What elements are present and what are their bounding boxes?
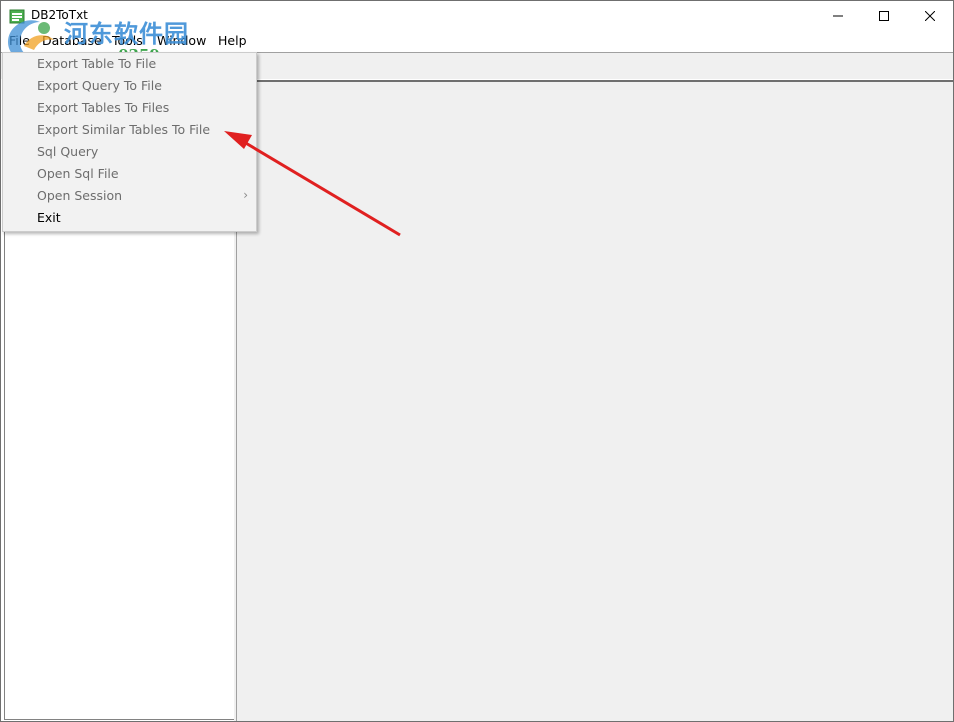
menu-item-export-tables-to-files[interactable]: Export Tables To Files: [3, 97, 256, 119]
menu-item-label: Exit: [37, 210, 61, 225]
menu-help[interactable]: Help: [218, 33, 247, 48]
menu-item-label: Sql Query: [37, 144, 99, 159]
menu-item-label: Export Similar Tables To File: [37, 122, 211, 137]
menu-tools[interactable]: Tools: [112, 33, 143, 48]
menu-bar: File Database Tools Window Help: [1, 31, 953, 51]
title-bar[interactable]: DB2ToTxt: [1, 1, 953, 31]
maximize-button[interactable]: [861, 1, 907, 31]
menu-item-label: Export Query To File: [37, 78, 162, 93]
close-button[interactable]: [907, 1, 953, 31]
file-menu-dropdown: Export Table To File Export Query To Fil…: [2, 52, 257, 232]
minimize-icon: [833, 15, 843, 17]
chevron-right-icon: ›: [243, 188, 248, 202]
menu-window[interactable]: Window: [157, 33, 206, 48]
menu-item-export-similar-tables-to-file[interactable]: Export Similar Tables To File: [3, 119, 256, 141]
app-icon: [9, 9, 25, 24]
menu-database[interactable]: Database: [42, 33, 102, 48]
maximize-icon: [879, 11, 889, 21]
menu-item-sql-query[interactable]: Sql Query: [3, 141, 256, 163]
menu-item-label: Export Tables To Files: [37, 100, 170, 115]
close-icon: [925, 11, 935, 21]
menu-item-label: Open Sql File: [37, 166, 119, 181]
menu-item-open-session[interactable]: Open Session ›: [3, 185, 256, 207]
minimize-button[interactable]: [815, 1, 861, 31]
menu-item-export-table-to-file[interactable]: Export Table To File: [3, 53, 256, 75]
workspace-area: [236, 80, 953, 721]
menu-item-open-sql-file[interactable]: Open Sql File: [3, 163, 256, 185]
window-title: DB2ToTxt: [31, 8, 88, 22]
menu-file[interactable]: File: [9, 33, 30, 48]
menu-item-export-query-to-file[interactable]: Export Query To File: [3, 75, 256, 97]
menu-item-label: Export Table To File: [37, 56, 157, 71]
menu-item-label: Open Session: [37, 188, 123, 203]
menu-item-exit[interactable]: Exit: [3, 207, 256, 229]
